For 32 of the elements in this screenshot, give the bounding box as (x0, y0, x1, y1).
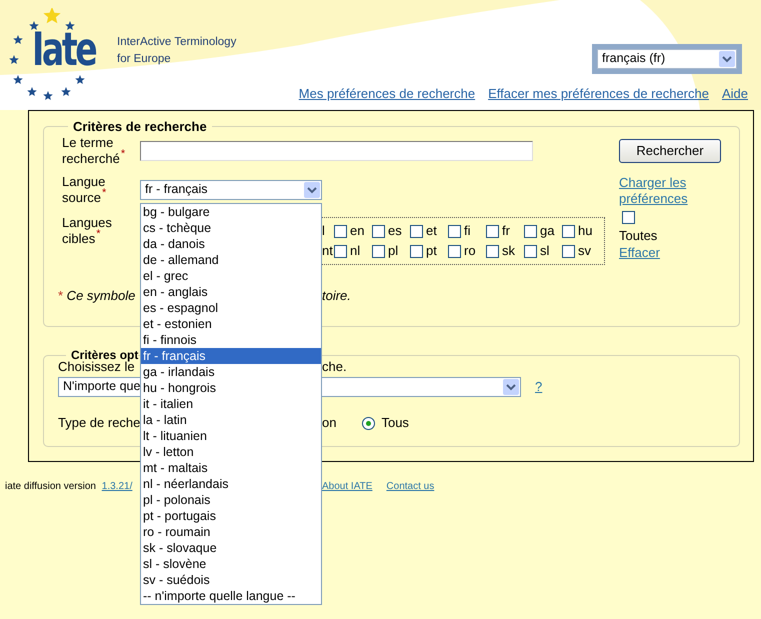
version-text: iate diffusion version (5, 481, 97, 492)
checkbox-label: l (321, 222, 326, 240)
hint-text: che. (322, 359, 347, 376)
checkbox-label: nl (350, 242, 360, 260)
checkbox-label: sl (540, 242, 550, 260)
checkbox-label: hu (578, 222, 592, 240)
checkbox-label: Toutes (619, 228, 658, 244)
radio-label: on (322, 415, 336, 432)
footnote-text: toire. (322, 288, 351, 304)
field-label: Langue source$^{*}$ (62, 174, 106, 205)
checkbox-label: pl (388, 242, 398, 260)
checkbox-label: fi (464, 222, 470, 240)
checkbox-label: ga (540, 222, 554, 240)
checkbox-label: es (388, 222, 402, 240)
logo-caption: for Europe (117, 52, 172, 68)
field-label: Type de reche (58, 415, 140, 430)
section-title: Critères de recherche (72, 120, 208, 133)
checkbox-label: fr (502, 222, 510, 240)
field-label: Le terme recherché$^{*}$ (62, 135, 126, 166)
logo-text: Iate (32, 26, 96, 72)
checkbox-label: en (350, 222, 364, 240)
radio-label: Tous (381, 415, 409, 432)
checkbox-label: nt (321, 242, 334, 260)
checkbox-label: pt (426, 242, 437, 260)
logo-caption: InterActive Terminology (117, 35, 236, 50)
checkbox-label: sk (502, 242, 515, 260)
checkbox-label: ro (464, 242, 476, 260)
checkbox-label: sv (578, 242, 591, 260)
field-label: Langues cibles$^{*}$ (62, 215, 112, 246)
footnote-text: * Ce symbole (58, 288, 136, 303)
checkbox-label: et (426, 222, 437, 240)
section-title: Critères opt (71, 349, 138, 361)
